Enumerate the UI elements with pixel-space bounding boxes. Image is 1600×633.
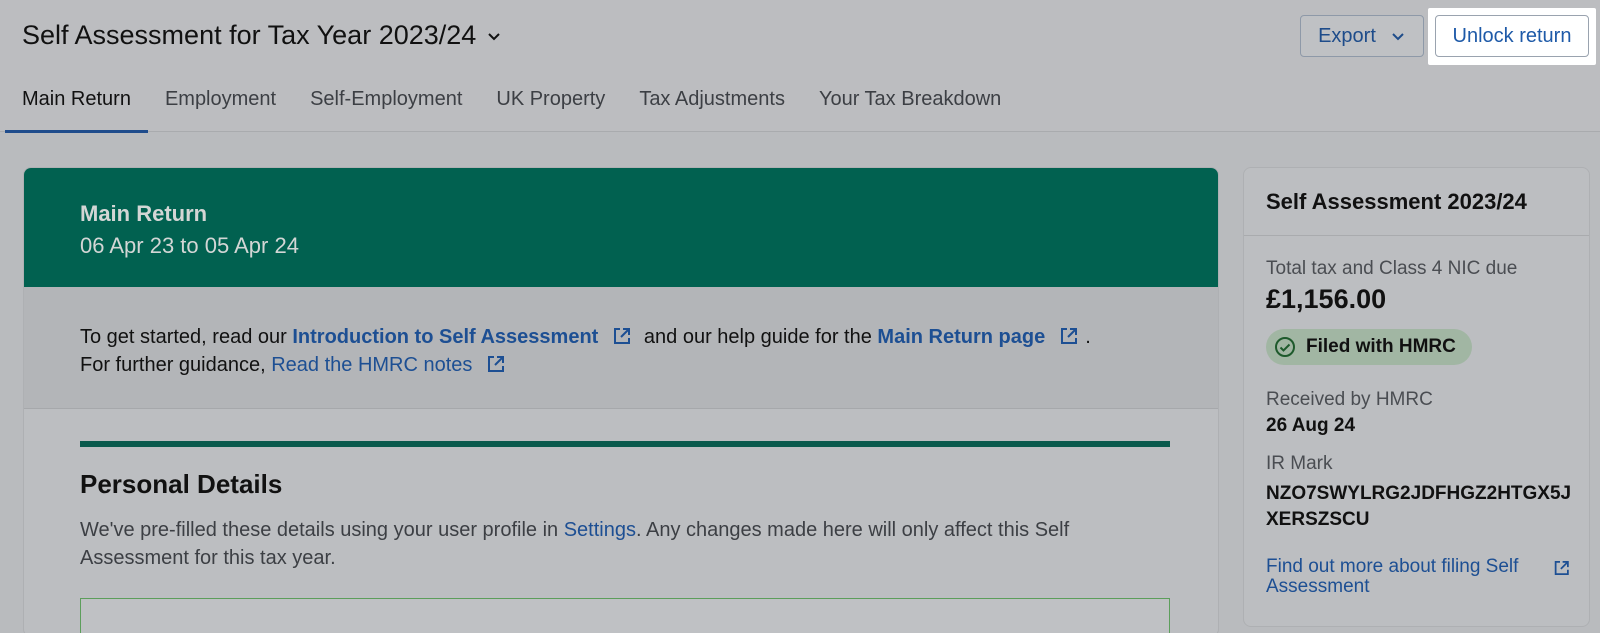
tab-label: Self-Employment [310,88,463,110]
unlock-label: Unlock return [1452,24,1572,47]
tab-label: Main Return [22,88,131,110]
total-tax-label: Total tax and Class 4 NIC due [1266,258,1518,279]
personal-details-section: Personal Details We've pre-filled these … [24,409,1218,633]
tab-employment[interactable]: Employment [148,80,293,132]
tab-label: Employment [164,88,277,110]
received-value: 26 Aug 24 [1266,415,1356,436]
section-description: We've pre-filled these details using you… [80,516,1140,572]
received-label: Received by HMRC [1266,389,1433,410]
tab-tax-adjustments[interactable]: Tax Adjustments [622,80,802,132]
personal-details-form[interactable] [80,598,1170,633]
sidebar-body: Total tax and Class 4 NIC due £1,156.00 … [1244,236,1589,597]
status-text: Filed with HMRC [1306,336,1456,357]
external-link-icon [1554,561,1569,575]
main-return-banner: Main Return 06 Apr 23 to 05 Apr 24 [24,168,1218,287]
intro-text: and our help guide for the [643,326,872,348]
page-title: Self Assessment for Tax Year 2023/24 [22,20,477,50]
filing-link-text: Find out more about filing Self Assessme… [1266,556,1519,597]
main-return-guide-link[interactable]: Main Return page [877,326,1045,348]
external-link-icon[interactable] [612,326,632,346]
tab-main-return[interactable]: Main Return [5,80,148,133]
export-button[interactable]: Export [1300,15,1424,57]
irmark-label: IR Mark [1266,453,1333,474]
sidebar-title: Self Assessment 2023/24 [1244,168,1589,236]
external-link-icon[interactable] [486,354,506,374]
chevron-down-icon [488,32,501,40]
tab-your-tax-breakdown[interactable]: Your Tax Breakdown [802,80,1018,132]
tab-label: UK Property [496,88,606,110]
tab-uk-property[interactable]: UK Property [479,80,622,132]
irmark-value: NZO7SWYLRG2JDFHGZ2HTGX5JXERSZSCU [1266,483,1572,530]
external-link-icon[interactable] [1059,326,1079,346]
summary-sidebar: Self Assessment 2023/24 Total tax and Cl… [1243,167,1590,627]
unlock-highlight: Unlock return [1428,8,1596,65]
export-label: Export [1318,24,1376,47]
unlock-return-button[interactable]: Unlock return [1435,15,1589,57]
filing-info-link[interactable]: Find out more about filing Self Assessme… [1266,557,1570,597]
intro-text: To get started, read our [80,326,287,348]
banner-title: Main Return [80,201,208,226]
tab-self-employment[interactable]: Self-Employment [293,80,479,132]
section-title: Personal Details [80,469,283,499]
total-tax-value: £1,156.00 [1266,284,1387,314]
section-divider [80,441,1170,447]
tab-label: Tax Adjustments [639,88,785,110]
intro-text: For further guidance, [80,354,266,376]
hmrc-notes-link[interactable]: Read the HMRC notes [271,354,472,376]
intro-self-assessment-link[interactable]: Introduction to Self Assessment [292,326,598,348]
settings-link[interactable]: Settings [564,519,636,541]
banner-dates: 06 Apr 23 to 05 Apr 24 [80,233,299,258]
main-return-card: Main Return 06 Apr 23 to 05 Apr 24 To ge… [23,167,1219,633]
tax-year-selector[interactable]: Self Assessment for Tax Year 2023/24 [22,20,502,51]
check-circle-icon [1275,337,1295,357]
section-text: We've pre-filled these details using you… [80,519,559,541]
page-header: Self Assessment for Tax Year 2023/24 Exp… [0,0,1600,133]
chevron-down-icon [1392,33,1404,41]
intro-guidance: To get started, read our Introduction to… [24,287,1218,409]
tab-label: Your Tax Breakdown [818,88,1002,110]
tab-bar: Main Return Employment Self-Employment U… [5,80,1018,133]
intro-text: . [1085,326,1091,348]
status-badge: Filed with HMRC [1266,329,1472,365]
